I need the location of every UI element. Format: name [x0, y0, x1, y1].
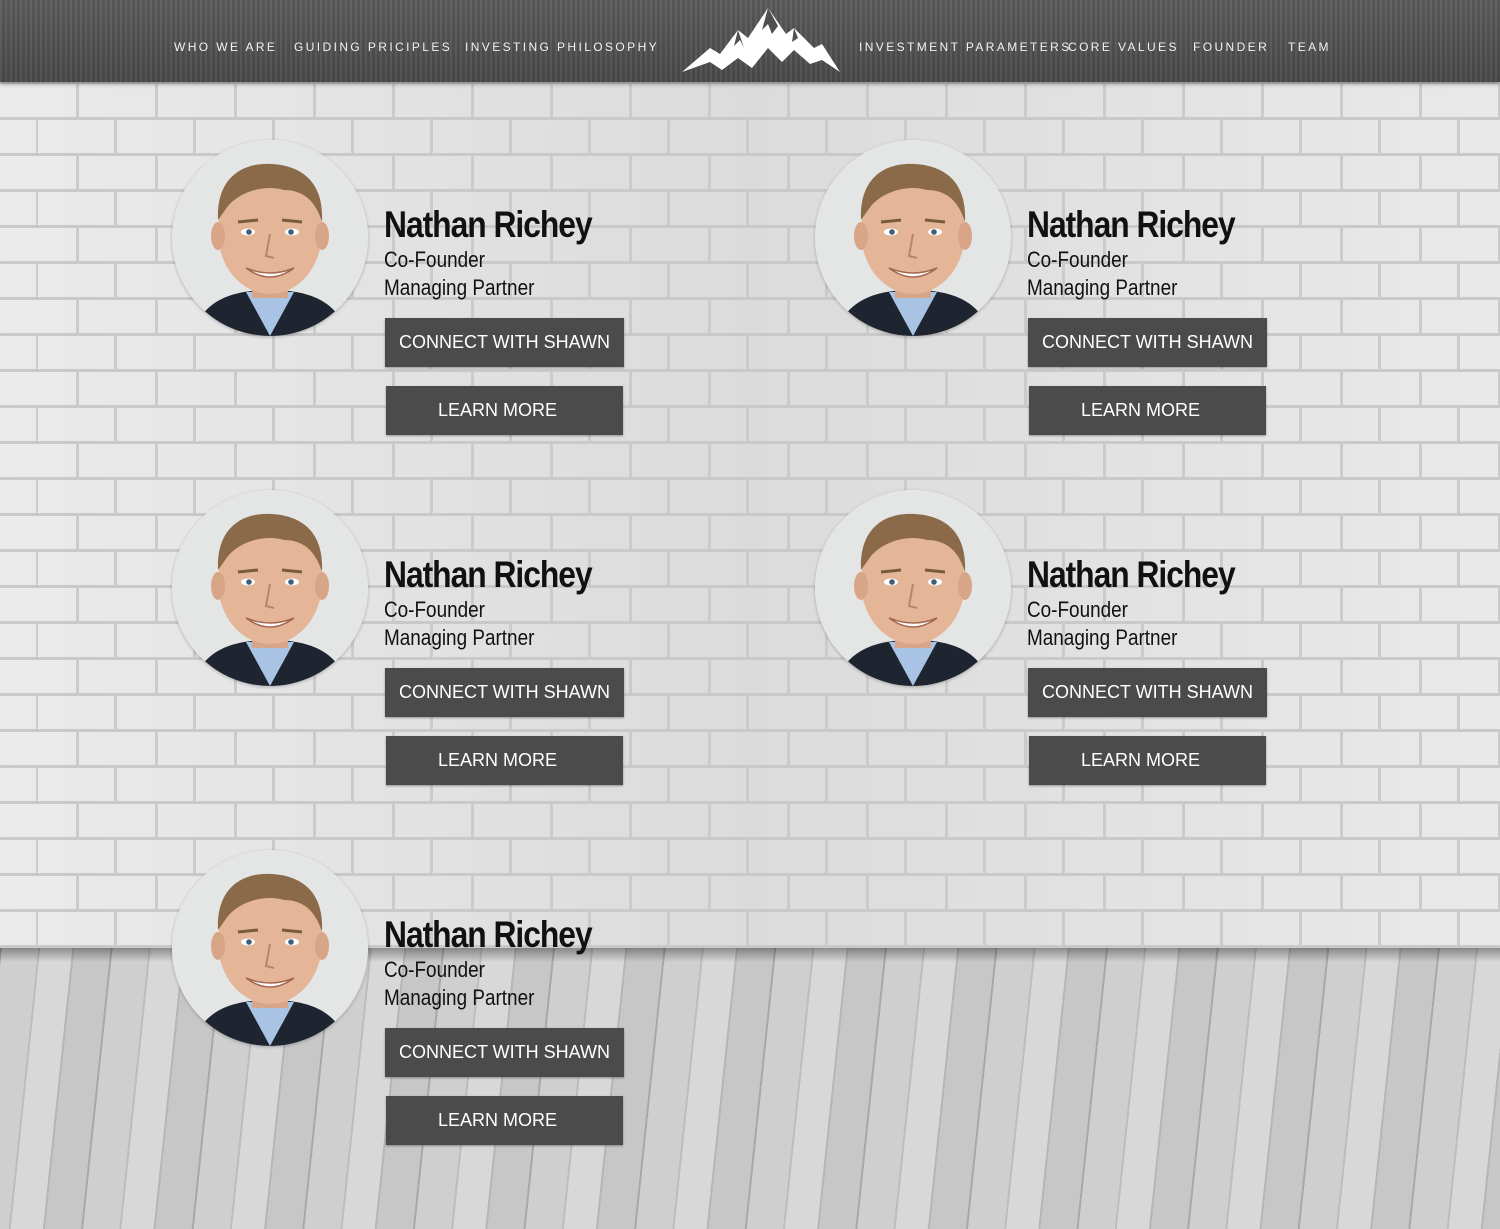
portrait-photo [172, 140, 368, 336]
portrait-photo [172, 490, 368, 686]
member-title: Co-Founder [384, 597, 485, 622]
learn-more-label: LEARN MORE [437, 750, 558, 770]
portrait-photo [172, 850, 368, 1046]
learn-more-label: LEARN MORE [437, 1110, 558, 1130]
member-title: Co-Founder [1027, 597, 1128, 622]
avatar [172, 850, 368, 1046]
member-name: Nathan Richey [384, 554, 593, 595]
nav-investment-parameters[interactable]: INVESTMENT PARAMETERS [859, 40, 1072, 54]
learn-more-button[interactable]: LEARN MORE [386, 736, 623, 785]
member-title: Co-Founder [1027, 247, 1128, 272]
brick-row [0, 82, 1500, 118]
connect-button[interactable]: CONNECT WITH SHAWN [1028, 318, 1267, 367]
learn-more-button[interactable]: LEARN MORE [1029, 386, 1266, 435]
learn-more-label: LEARN MORE [1080, 400, 1201, 420]
member-name: Nathan Richey [384, 914, 593, 955]
member-name: Nathan Richey [1027, 204, 1236, 245]
learn-more-label: LEARN MORE [437, 400, 558, 420]
team-member-card: Nathan Richey Co-Founder Managing Partne… [815, 490, 1285, 800]
member-position: Managing Partner [1027, 625, 1178, 650]
nav-guiding-principles[interactable]: GUIDING PRICIPLES [294, 40, 452, 54]
member-position: Managing Partner [384, 985, 535, 1010]
avatar [815, 490, 1011, 686]
nav-founder[interactable]: FOUNDER [1193, 40, 1269, 54]
member-position: Managing Partner [384, 625, 535, 650]
portrait-photo [815, 140, 1011, 336]
member-position: Managing Partner [384, 275, 535, 300]
team-member-card: Nathan Richey Co-Founder Managing Partne… [172, 490, 642, 800]
avatar [172, 490, 368, 686]
connect-button[interactable]: CONNECT WITH SHAWN [385, 1028, 624, 1077]
connect-button[interactable]: CONNECT WITH SHAWN [385, 668, 624, 717]
member-name: Nathan Richey [1027, 554, 1236, 595]
member-title: Co-Founder [384, 957, 485, 982]
connect-button[interactable]: CONNECT WITH SHAWN [1028, 668, 1267, 717]
learn-more-button[interactable]: LEARN MORE [1029, 736, 1266, 785]
member-position: Managing Partner [1027, 275, 1178, 300]
connect-button[interactable]: CONNECT WITH SHAWN [385, 318, 624, 367]
nav-who-we-are[interactable]: WHO WE ARE [174, 40, 277, 54]
brick-row [0, 802, 1500, 838]
team-member-card: Nathan Richey Co-Founder Managing Partne… [172, 850, 642, 1160]
nav-team[interactable]: TEAM [1288, 40, 1331, 54]
learn-more-button[interactable]: LEARN MORE [386, 386, 623, 435]
mountain-logo-icon[interactable] [682, 8, 840, 76]
nav-core-values[interactable]: CORE VALUES [1068, 40, 1179, 54]
top-nav-bar: WHO WE ARE GUIDING PRICIPLES INVESTING P… [0, 0, 1500, 82]
team-member-card: Nathan Richey Co-Founder Managing Partne… [172, 140, 642, 450]
member-name: Nathan Richey [384, 204, 593, 245]
avatar [172, 140, 368, 336]
portrait-photo [815, 490, 1011, 686]
avatar [815, 140, 1011, 336]
nav-investing-philosophy[interactable]: INVESTING PHILOSOPHY [465, 40, 659, 54]
team-member-card: Nathan Richey Co-Founder Managing Partne… [815, 140, 1285, 450]
member-title: Co-Founder [384, 247, 485, 272]
learn-more-button[interactable]: LEARN MORE [386, 1096, 623, 1145]
learn-more-label: LEARN MORE [1080, 750, 1201, 770]
